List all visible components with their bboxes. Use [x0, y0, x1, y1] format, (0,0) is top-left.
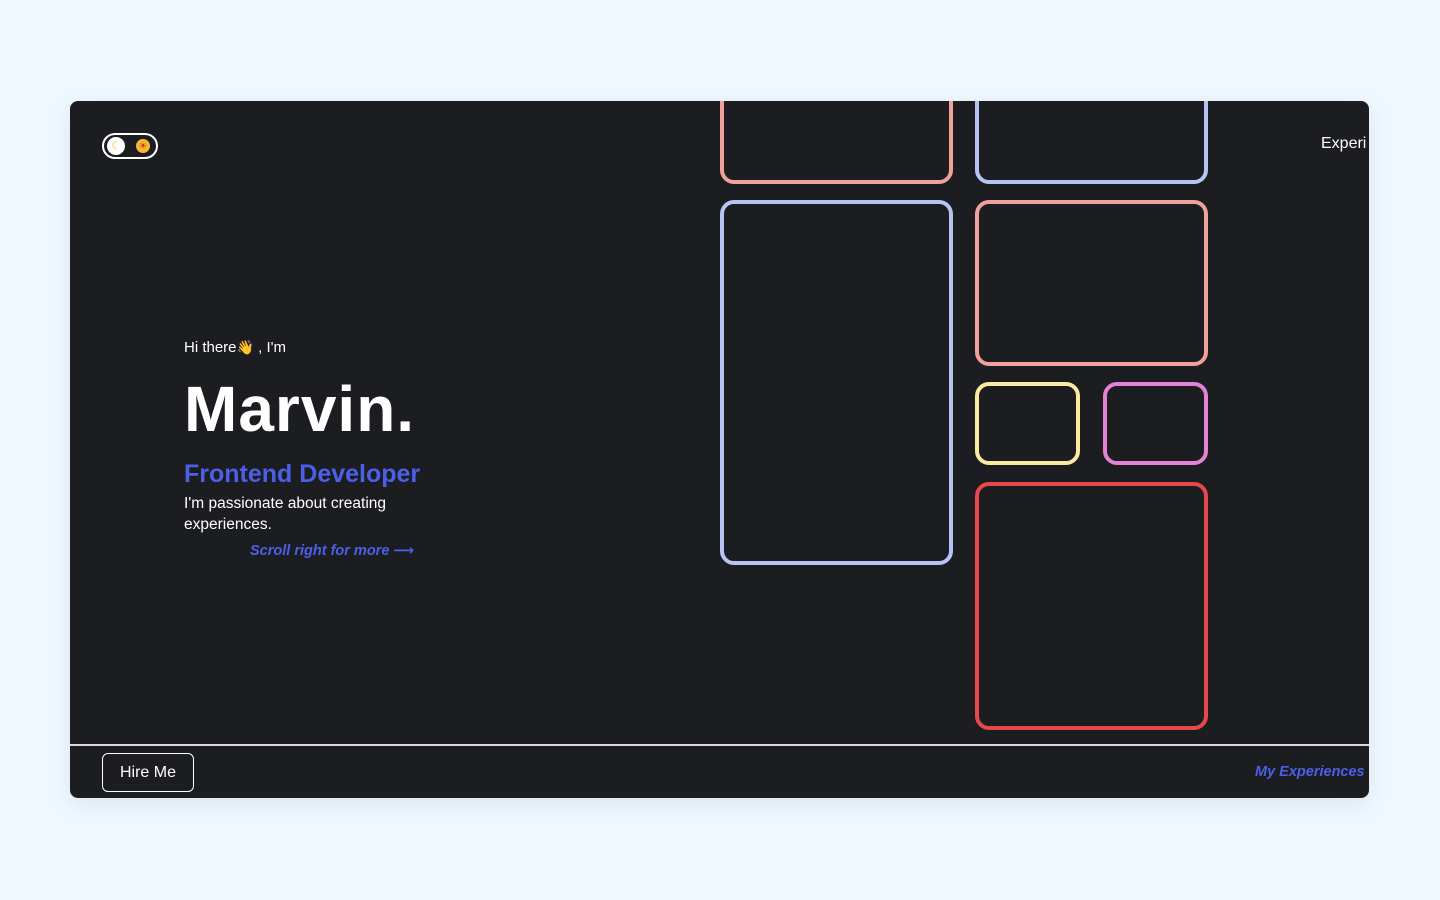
decorative-box-periwinkle-tall — [720, 200, 953, 565]
greeting-suffix: , I'm — [258, 339, 287, 356]
scroll-right-link[interactable]: Scroll right for more ⟶ — [250, 543, 414, 559]
hero-section: Hi there👋 , I'm Marvin. Frontend Develop… — [184, 337, 444, 559]
footer-divider — [70, 744, 1369, 746]
sun-icon: ☀ — [136, 139, 150, 153]
my-experiences-link[interactable]: My Experiences ⟶ — [1255, 764, 1369, 780]
hero-name: Marvin. — [184, 373, 416, 445]
theme-toggle[interactable]: ☾ ☀ — [102, 133, 158, 159]
decorative-box-red-large — [975, 482, 1208, 730]
decorative-box-salmon-mid — [975, 200, 1208, 366]
decorative-box-yellow-small — [975, 382, 1080, 465]
hire-me-button[interactable]: Hire Me — [102, 753, 194, 792]
decorative-box-salmon-top — [720, 101, 953, 184]
greeting-text: Hi there — [184, 339, 237, 356]
moon-icon: ☾ — [107, 137, 125, 155]
decorative-box-pink-small — [1103, 382, 1208, 465]
hero-role: Frontend Developer — [184, 460, 421, 488]
greeting: Hi there👋 , I'm — [184, 337, 444, 357]
waving-hand-icon: 👋 — [236, 339, 254, 355]
hero-tagline: I'm passionate about creating experience… — [184, 495, 386, 533]
nav-link-experience[interactable]: Experi — [1321, 135, 1366, 153]
decorative-box-periwinkle-top — [975, 101, 1208, 184]
portfolio-window: ☾ ☀ Experi Hi there👋 , I'm Marvin. Front… — [70, 101, 1369, 798]
